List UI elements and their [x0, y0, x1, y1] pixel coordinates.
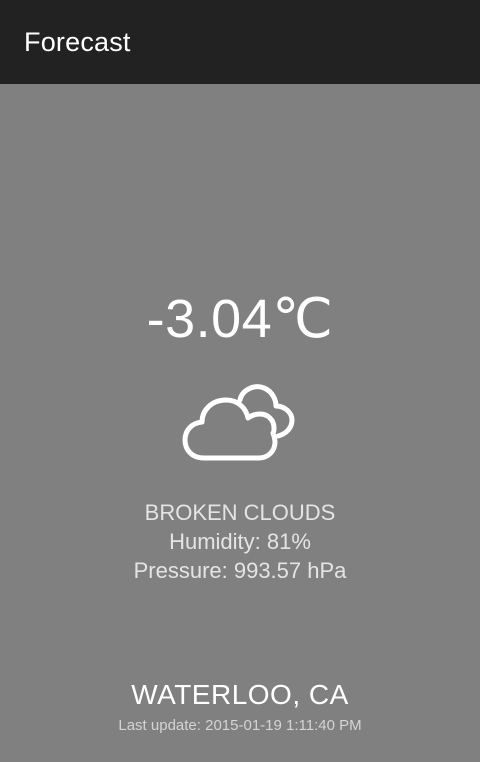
- temperature: -3.04℃: [146, 289, 334, 349]
- humidity-value: Humidity: 81%: [169, 529, 311, 554]
- forecast-panel: -3.04℃ BROKEN CLOUDS Humidity: 81% Press…: [0, 84, 480, 762]
- pressure-value: Pressure: 993.57 hPa: [133, 558, 347, 583]
- app-bar: Forecast: [0, 0, 480, 84]
- broken-clouds-icon: [180, 382, 300, 464]
- location-label: WATERLOO, CA: [131, 679, 349, 710]
- weather-details: BROKEN CLOUDS Humidity: 81% Pressure: 99…: [0, 498, 480, 585]
- last-update-label: Last update: 2015-01-19 1:11:40 PM: [118, 717, 362, 734]
- app-title: Forecast: [24, 26, 131, 57]
- weather-description: BROKEN CLOUDS: [144, 500, 336, 525]
